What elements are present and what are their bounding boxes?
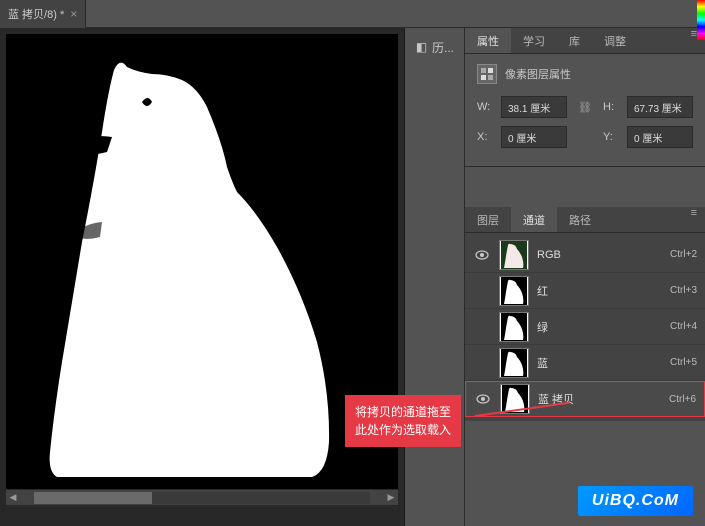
canvas[interactable] [6, 34, 398, 489]
channel-thumbnail [499, 312, 529, 342]
history-label[interactable]: 历... [432, 38, 454, 56]
visibility-toggle[interactable] [473, 248, 491, 262]
channel-row[interactable]: 蓝 Ctrl+5 [465, 345, 705, 381]
channel-row[interactable]: RGB Ctrl+2 [465, 237, 705, 273]
channel-image [32, 42, 372, 482]
scroll-left-icon[interactable]: ◀ [6, 492, 20, 503]
channel-shortcut: Ctrl+4 [670, 321, 697, 332]
channel-row[interactable]: 红 Ctrl+3 [465, 273, 705, 309]
channel-name: 蓝 [537, 355, 662, 371]
y-label: Y: [603, 131, 619, 143]
document-tab[interactable]: 蓝 拷贝/8) * × [0, 0, 86, 28]
channel-row[interactable]: 绿 Ctrl+4 [465, 309, 705, 345]
callout-line2: 此处作为选取载入 [355, 421, 451, 439]
close-icon[interactable]: × [70, 7, 77, 21]
channel-name: 红 [537, 283, 662, 299]
collapsed-panel: ◧ 历... [405, 28, 465, 526]
properties-tabs: 属性 学习 库 调整 ≡ [465, 28, 705, 54]
scroll-right-icon[interactable]: ▶ [384, 492, 398, 503]
tab-library[interactable]: 库 [557, 28, 592, 53]
y-input[interactable]: 0 厘米 [627, 126, 693, 148]
x-label: X: [477, 131, 493, 143]
height-label: H: [603, 101, 619, 113]
canvas-area: ◀ ▶ [0, 28, 405, 526]
channels-menu-icon[interactable]: ≡ [683, 207, 705, 232]
channel-thumbnail [499, 240, 529, 270]
width-label: W: [477, 101, 493, 113]
tab-paths[interactable]: 路径 [557, 207, 603, 232]
channel-thumbnail [499, 348, 529, 378]
channels-list: RGB Ctrl+2 红 Ctrl+3 绿 Ctrl+4 蓝 Ctrl+5 蓝 … [465, 233, 705, 421]
channel-shortcut: Ctrl+2 [670, 249, 697, 260]
color-strip[interactable] [697, 0, 705, 40]
visibility-toggle[interactable] [474, 392, 492, 406]
annotation-callout: 将拷贝的通道拖至 此处作为选取载入 [345, 395, 461, 447]
channel-shortcut: Ctrl+3 [670, 285, 697, 296]
panel-icon[interactable]: ◧ [415, 38, 428, 56]
tab-channels[interactable]: 通道 [511, 207, 557, 232]
channel-shortcut: Ctrl+6 [669, 394, 696, 405]
channels-panel-tabs: 图层 通道 路径 ≡ [465, 207, 705, 233]
link-icon[interactable]: ⛓ [575, 101, 595, 114]
scroll-thumb[interactable] [34, 492, 152, 504]
pixel-layer-icon [477, 64, 497, 84]
scroll-track[interactable] [34, 492, 370, 504]
watermark: UiBQ.CoM [578, 486, 693, 516]
horizontal-scrollbar[interactable]: ◀ ▶ [6, 489, 398, 505]
width-input[interactable]: 38.1 厘米 [501, 96, 567, 118]
callout-line1: 将拷贝的通道拖至 [355, 403, 451, 421]
channel-shortcut: Ctrl+5 [670, 357, 697, 368]
tab-adjust[interactable]: 调整 [592, 28, 638, 53]
channel-thumbnail [499, 276, 529, 306]
height-input[interactable]: 67.73 厘米 [627, 96, 693, 118]
tab-layers[interactable]: 图层 [465, 207, 511, 232]
channel-name: 绿 [537, 319, 662, 335]
x-input[interactable]: 0 厘米 [501, 126, 567, 148]
tab-properties[interactable]: 属性 [465, 28, 511, 53]
channel-name: RGB [537, 249, 662, 261]
tab-title: 蓝 拷贝/8) * [8, 6, 64, 22]
pixel-layer-label: 像素图层属性 [505, 66, 571, 82]
tab-learn[interactable]: 学习 [511, 28, 557, 53]
